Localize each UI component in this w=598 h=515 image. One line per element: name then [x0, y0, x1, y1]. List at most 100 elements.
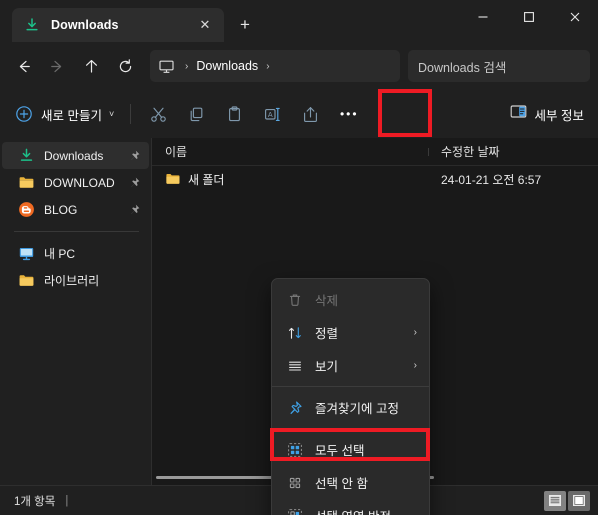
- menu-item-pin-to-quick-access[interactable]: 즐겨찾기에 고정: [274, 391, 427, 424]
- sidebar-divider: [14, 231, 139, 232]
- breadcrumb[interactable]: › Downloads ›: [150, 50, 400, 82]
- more-button[interactable]: •••: [329, 98, 369, 130]
- blogger-icon: [18, 201, 35, 218]
- details-pane-button[interactable]: 세부 정보: [503, 98, 590, 130]
- table-row[interactable]: 새 폴더 24-01-21 오전 6:57: [152, 166, 598, 192]
- refresh-button[interactable]: [108, 50, 142, 82]
- copy-icon[interactable]: [177, 98, 215, 130]
- navigation-pane: Downloads DOWNLOAD BLOG 내 PC 라이브러리: [0, 138, 152, 485]
- menu-divider: [272, 428, 429, 429]
- view-toggle-group: [544, 490, 590, 511]
- details-pane-icon: [509, 102, 528, 126]
- search-input[interactable]: Downloads 검색: [408, 50, 590, 82]
- pin-icon[interactable]: [128, 176, 141, 189]
- cut-icon[interactable]: [139, 98, 177, 130]
- paste-icon[interactable]: [215, 98, 253, 130]
- select-all-icon: [286, 441, 303, 458]
- folder-icon: [18, 272, 35, 289]
- menu-item-label: 선택 안 함: [315, 477, 368, 491]
- tab-downloads[interactable]: Downloads ✕: [12, 8, 224, 42]
- download-icon: [18, 147, 35, 164]
- download-icon: [24, 17, 40, 33]
- sidebar-item-this-pc[interactable]: 내 PC: [2, 240, 149, 267]
- window-close-button[interactable]: [552, 0, 598, 34]
- sort-icon: [286, 324, 303, 341]
- invert-selection-icon: [286, 507, 303, 515]
- back-button[interactable]: [6, 50, 40, 82]
- chevron-down-icon: ˅: [108, 109, 115, 119]
- breadcrumb-chevron-trailing-icon[interactable]: ›: [258, 61, 277, 72]
- sidebar-item-label: 내 PC: [44, 247, 76, 261]
- menu-divider: [272, 386, 429, 387]
- pin-icon: [286, 399, 303, 416]
- rename-icon[interactable]: A: [253, 98, 291, 130]
- pin-icon[interactable]: [128, 149, 141, 162]
- status-separator: |: [65, 494, 69, 507]
- more-ellipsis-icon: •••: [339, 107, 359, 121]
- view-icon: [286, 357, 303, 374]
- column-header-date[interactable]: 수정한 날짜: [429, 143, 598, 161]
- forward-button[interactable]: [40, 50, 74, 82]
- sidebar-item-label: 라이브러리: [44, 274, 100, 288]
- menu-item-view[interactable]: 보기 ›: [274, 349, 427, 382]
- sidebar-item-label: BLOG: [44, 202, 78, 217]
- new-button[interactable]: 새로 만들기 ˅: [10, 98, 122, 130]
- this-pc-icon: [18, 245, 35, 262]
- address-bar: › Downloads › Downloads 검색: [0, 42, 598, 90]
- chevron-right-icon: ›: [413, 360, 417, 371]
- breadcrumb-current[interactable]: Downloads: [196, 59, 258, 73]
- caption-buttons: [460, 0, 598, 34]
- minimize-button[interactable]: [460, 0, 506, 34]
- menu-item-label: 정렬: [315, 327, 339, 341]
- toolbar-divider: [130, 104, 132, 124]
- sidebar-item-label: DOWNLOAD: [44, 175, 115, 190]
- maximize-button[interactable]: [506, 0, 552, 34]
- menu-item-invert-selection[interactable]: 선택 영역 반전: [274, 499, 427, 515]
- folder-icon: [18, 174, 35, 191]
- sidebar-item-downloads[interactable]: Downloads: [2, 142, 149, 169]
- breadcrumb-chevron-icon: ›: [185, 60, 189, 72]
- tab-strip: Downloads ✕ +: [0, 0, 262, 42]
- menu-item-select-none[interactable]: 선택 안 함: [274, 466, 427, 499]
- details-pane-label: 세부 정보: [534, 108, 584, 123]
- file-name-cell: 새 폴더: [152, 171, 429, 188]
- pin-icon[interactable]: [128, 203, 141, 216]
- up-button[interactable]: [74, 50, 108, 82]
- menu-item-label: 선택 영역 반전: [315, 506, 419, 515]
- column-header-name-label: 이름: [165, 144, 188, 159]
- select-none-icon: [286, 474, 303, 491]
- menu-item-delete[interactable]: 삭제: [274, 283, 427, 316]
- tab-title: Downloads: [51, 18, 119, 32]
- menu-item-label: 보기: [315, 360, 339, 374]
- svg-text:A: A: [268, 109, 273, 118]
- item-count-label: 1개 항목: [14, 495, 56, 508]
- details-view-icon[interactable]: [544, 490, 566, 511]
- context-menu: 삭제 정렬 › 보기 › 즐겨찾기에 고정 모두 선택 선택 안 함: [271, 278, 430, 515]
- menu-item-label: 삭제: [315, 294, 339, 308]
- this-pc-icon: [158, 58, 175, 75]
- sidebar-item-blog[interactable]: BLOG: [2, 196, 149, 223]
- large-icons-view-icon[interactable]: [568, 490, 590, 511]
- trash-icon: [286, 291, 303, 308]
- column-header-date-label: 수정한 날짜: [441, 144, 500, 159]
- menu-item-sort[interactable]: 정렬 ›: [274, 316, 427, 349]
- column-header: 이름 수정한 날짜: [152, 138, 598, 166]
- title-bar: Downloads ✕ +: [0, 0, 598, 42]
- menu-item-label: 즐겨찾기에 고정: [315, 402, 399, 416]
- sidebar-item-label: Downloads: [44, 148, 104, 163]
- new-tab-button[interactable]: +: [228, 9, 262, 41]
- new-button-label: 새로 만들기: [41, 108, 102, 123]
- sidebar-item-download-folder[interactable]: DOWNLOAD: [2, 169, 149, 196]
- column-header-name[interactable]: 이름: [152, 143, 429, 161]
- plus-circle-icon: [14, 104, 34, 124]
- file-name-label: 새 폴더: [188, 172, 225, 187]
- folder-icon: [165, 171, 181, 187]
- share-icon[interactable]: [291, 98, 329, 130]
- sidebar-item-libraries[interactable]: 라이브러리: [2, 267, 149, 294]
- file-date-cell: 24-01-21 오전 6:57: [441, 172, 542, 187]
- chevron-right-icon: ›: [413, 327, 417, 338]
- menu-item-select-all[interactable]: 모두 선택: [274, 433, 427, 466]
- close-icon[interactable]: ✕: [192, 13, 218, 37]
- command-bar: 새로 만들기 ˅ A ••• 세부 정보: [0, 90, 598, 138]
- menu-item-label: 모두 선택: [315, 444, 365, 458]
